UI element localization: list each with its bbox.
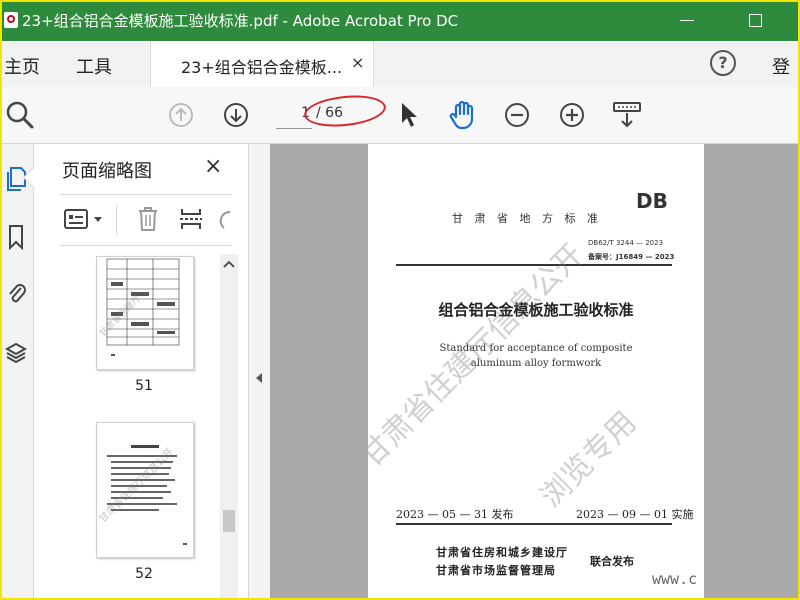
standard-number: DB62/T 3244 — 2023: [588, 239, 664, 247]
thumbnails-panel: 页面缩略图 × 甘肃省住建厅 51 甘肃省住建厅信息公开 52: [22, 144, 248, 600]
thumbnail-preview: 甘肃省住建厅信息公开: [97, 445, 187, 545]
corner-watermark-text: www.c: [652, 570, 698, 588]
document-title-en: Standard for acceptance of composite: [439, 343, 633, 354]
toolbar: 1 / 66: [0, 87, 800, 144]
acrobat-app-icon: [4, 12, 18, 28]
thumbnail-page-52[interactable]: 甘肃省住建厅信息公开: [96, 422, 194, 558]
panel-divider: [60, 245, 232, 246]
thumbnail-preview: 甘肃省住建厅: [97, 258, 180, 356]
scroll-mode-icon[interactable]: [611, 101, 643, 129]
svg-text:甘肃省住建厅: 甘肃省住建厅: [97, 292, 143, 339]
document-title-en: aluminum alloy formwork: [470, 358, 602, 369]
collapse-panel-icon[interactable]: [255, 372, 263, 384]
footer-rule: [396, 523, 672, 525]
document-tab-label: 23+组合铝合金模板...: [181, 58, 343, 77]
tools-separator: [116, 205, 117, 235]
attachments-icon[interactable]: [5, 280, 27, 306]
tab-bar: 主页 工具 23+组合铝合金模板... × ? 登: [0, 41, 800, 88]
title-bar: 23+组合铝合金模板施工验收标准.pdf - Adobe Acrobat Pro…: [0, 0, 800, 41]
record-number: 备案号：J16849 — 2023: [588, 253, 675, 261]
release-date: 2023 — 05 — 31 发布: [396, 508, 514, 521]
menu-tools[interactable]: 工具: [76, 53, 112, 79]
thumbnail-options-icon[interactable]: [64, 209, 104, 231]
search-icon[interactable]: [5, 100, 35, 130]
layers-icon[interactable]: [5, 340, 27, 366]
joint-release-label: 联合发布: [590, 555, 634, 568]
sign-in-link[interactable]: 登: [772, 53, 790, 79]
panel-divider: [60, 194, 232, 195]
thumbnail-page-51[interactable]: 甘肃省住建厅: [96, 256, 194, 370]
scrollbar-thumb[interactable]: [223, 510, 235, 532]
window-title: 23+组合铝合金模板施工验收标准.pdf - Adobe Acrobat Pro…: [22, 12, 459, 30]
issuer-name: 甘肃省住房和城乡建设厅: [436, 546, 568, 559]
menu-home[interactable]: 主页: [4, 53, 40, 79]
panel-tools: [60, 199, 232, 239]
db-mark: DB: [636, 189, 668, 213]
panel-collapse-strip[interactable]: [248, 144, 271, 600]
thumbnail-scrollbar[interactable]: [220, 254, 238, 600]
province-standard-heading: 甘 肃 省 地 方 标 准: [452, 212, 602, 225]
previous-page-icon[interactable]: [168, 102, 194, 128]
pdf-page: DB 甘 肃 省 地 方 标 准 DB62/T 3244 — 2023 备案号：…: [368, 144, 704, 600]
maximize-button[interactable]: [749, 14, 762, 27]
issuer-name: 甘肃省市场监督管理局: [436, 564, 556, 577]
zoom-in-icon[interactable]: [559, 102, 585, 128]
zoom-out-icon[interactable]: [504, 102, 530, 128]
minimize-button[interactable]: [680, 20, 694, 21]
next-page-icon[interactable]: [223, 102, 249, 128]
hand-tool-icon[interactable]: [448, 99, 478, 131]
watermark: 浏览专用: [533, 404, 644, 515]
document-tab[interactable]: 23+组合铝合金模板... ×: [150, 41, 374, 87]
select-cursor-icon[interactable]: [398, 101, 420, 129]
thumbnail-page-number: 51: [135, 378, 153, 394]
help-icon[interactable]: ?: [710, 50, 736, 76]
panel-title: 页面缩略图: [62, 161, 152, 182]
close-tab-icon[interactable]: ×: [351, 53, 364, 72]
implement-date: 2023 — 09 — 01 实施: [576, 508, 694, 521]
navigation-rail: [0, 144, 34, 600]
panel-close-icon[interactable]: ×: [204, 154, 222, 179]
delete-icon[interactable]: [136, 206, 160, 232]
thumbnail-page-number: 52: [135, 566, 153, 582]
scroll-up-icon[interactable]: [223, 260, 235, 268]
bookmarks-icon[interactable]: [5, 224, 27, 250]
extract-pages-icon[interactable]: [178, 206, 204, 232]
rotate-icon[interactable]: [218, 208, 232, 232]
document-view[interactable]: DB 甘 肃 省 地 方 标 准 DB62/T 3244 — 2023 备案号：…: [270, 144, 800, 600]
